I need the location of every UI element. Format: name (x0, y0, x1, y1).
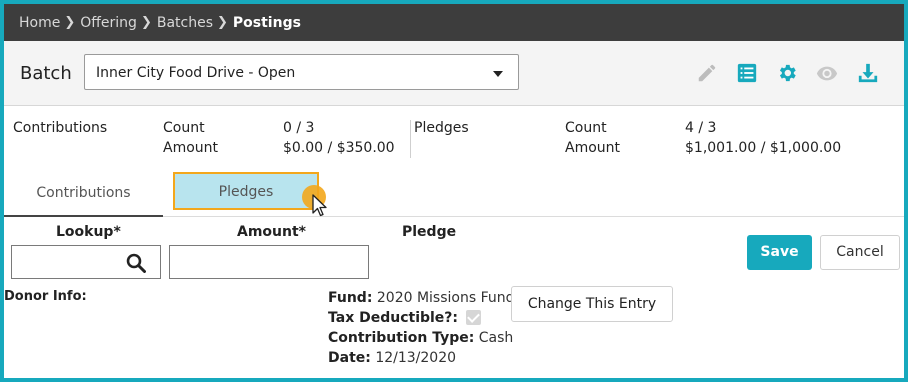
fund-label: Fund: (328, 290, 373, 306)
pledges-count-label: Count (565, 120, 607, 136)
contributions-summary-title: Contributions (13, 120, 108, 136)
edit-icon[interactable] (696, 62, 718, 84)
amount-input[interactable] (169, 245, 369, 279)
list-icon[interactable] (736, 62, 758, 84)
cancel-button[interactable]: Cancel (820, 235, 900, 270)
mouse-cursor-icon (312, 194, 327, 217)
pledges-amount-label: Amount (565, 140, 621, 156)
donor-info-label: Donor Info: (4, 289, 87, 304)
amount-label: Amount* (237, 224, 306, 240)
pledges-summary-title: Pledges (414, 120, 469, 136)
breadcrumb-offering[interactable]: Offering (80, 15, 137, 31)
date-value: 12/13/2020 (375, 350, 457, 366)
breadcrumb-home[interactable]: Home (19, 15, 60, 31)
contribution-type-value: Cash (478, 330, 514, 346)
lookup-input[interactable] (11, 245, 161, 279)
download-icon[interactable] (857, 62, 879, 84)
search-icon[interactable] (126, 253, 146, 273)
tax-deductible-checkbox (466, 310, 482, 325)
fund-row: Fund: 2020 Missions Fund (328, 288, 515, 308)
pledges-amount-value: $1,001.00 / $1,000.00 (685, 140, 842, 156)
contributions-count-value: 0 / 3 (283, 120, 315, 136)
breadcrumb-batches[interactable]: Batches (157, 15, 213, 31)
caret-down-icon (493, 71, 503, 77)
batch-bar: Batch Inner City Food Drive - Open (4, 41, 904, 106)
tax-deductible-label: Tax Deductible?: (328, 310, 459, 326)
chevron-right-icon: ❯ (64, 15, 76, 30)
contribution-type-label: Contribution Type: (328, 330, 475, 346)
save-button[interactable]: Save (747, 235, 812, 270)
date-label: Date: (328, 350, 371, 366)
fund-value: 2020 Missions Fund (376, 290, 515, 306)
chevron-right-icon: ❯ (217, 15, 228, 30)
batch-select-value: Inner City Food Drive - Open (96, 65, 296, 81)
date-row: Date: 12/13/2020 (328, 348, 515, 368)
pledge-label: Pledge (402, 224, 457, 240)
chevron-right-icon: ❯ (140, 15, 152, 30)
view-icon[interactable] (816, 62, 838, 84)
tab-contributions[interactable]: Contributions (4, 174, 163, 217)
contribution-type-row: Contribution Type: Cash (328, 328, 515, 348)
contributions-count-label: Count (163, 120, 205, 136)
summary-divider (410, 120, 411, 158)
breadcrumb: Home ❯ Offering ❯ Batches ❯ Postings (4, 4, 904, 41)
app-frame: Home ❯ Offering ❯ Batches ❯ Postings Bat… (4, 4, 904, 378)
contributions-amount-value: $0.00 / $350.00 (283, 140, 395, 156)
settings-icon[interactable] (776, 62, 798, 84)
entry-details: Fund: 2020 Missions Fund Tax Deductible?… (328, 288, 515, 368)
contributions-amount-label: Amount (163, 140, 219, 156)
lookup-label: Lookup* (56, 224, 121, 240)
tab-pledges[interactable]: Pledges (173, 172, 319, 210)
change-entry-button[interactable]: Change This Entry (511, 286, 673, 322)
tax-deductible-row: Tax Deductible?: (328, 308, 515, 328)
pledges-count-value: 4 / 3 (685, 120, 717, 136)
breadcrumb-current: Postings (232, 14, 301, 31)
batch-label: Batch (20, 63, 72, 84)
batch-select[interactable]: Inner City Food Drive - Open (84, 54, 519, 90)
